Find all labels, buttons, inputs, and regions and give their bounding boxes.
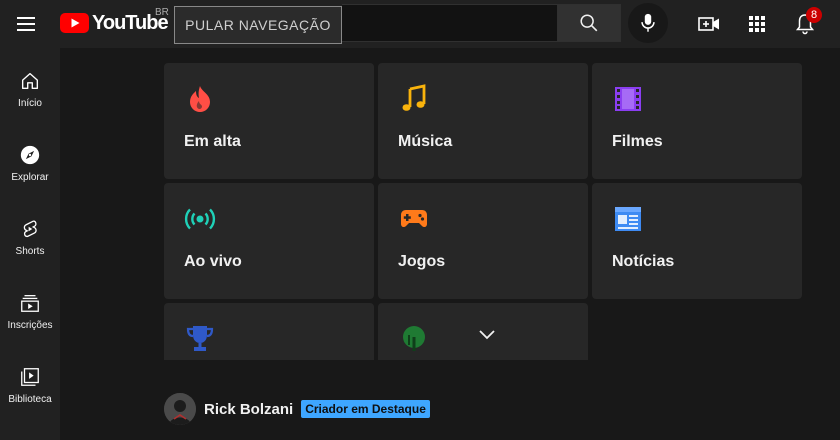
notification-count-badge: 8 — [806, 7, 822, 23]
menu-icon — [17, 17, 35, 19]
live-broadcast-icon — [184, 208, 216, 230]
category-label: Notícias — [612, 253, 675, 270]
creator-name[interactable]: Rick Bolzani — [204, 401, 293, 418]
logo-country-code: BR — [155, 7, 169, 18]
category-card-trending[interactable]: Em alta — [164, 63, 374, 179]
sidebar-item-home[interactable]: Início — [0, 58, 60, 122]
library-icon — [21, 368, 39, 386]
sidebar-item-label: Shorts — [15, 246, 45, 257]
gamepad-icon — [401, 210, 427, 228]
category-label: Ao vivo — [184, 253, 242, 270]
category-label: Filmes — [612, 133, 663, 150]
search-input[interactable] — [342, 4, 558, 42]
microphone-icon — [641, 13, 655, 32]
sidebar-item-label: Explorar — [11, 172, 49, 183]
compass-icon — [20, 145, 40, 165]
sidebar-item-subscriptions[interactable]: Inscrições — [0, 280, 60, 344]
search-button[interactable] — [557, 4, 621, 42]
category-card-news[interactable]: Notícias — [592, 183, 802, 299]
shorts-icon — [23, 220, 37, 238]
chevron-down-icon[interactable] — [475, 322, 499, 346]
category-label: Em alta — [184, 133, 241, 150]
music-note-icon — [402, 84, 426, 111]
sidebar-item-explore[interactable]: Explorar — [0, 132, 60, 196]
trending-flame-icon — [190, 86, 210, 112]
apps-grid-icon[interactable] — [745, 12, 769, 36]
menu-button[interactable] — [14, 12, 38, 36]
search-icon — [580, 14, 598, 32]
youtube-logo[interactable]: YouTube — [60, 11, 169, 35]
create-video-icon[interactable] — [697, 12, 721, 36]
news-icon — [615, 207, 641, 231]
voice-search-button[interactable] — [628, 3, 668, 43]
home-icon — [21, 72, 39, 90]
menu-icon-bar — [17, 23, 35, 25]
avatar[interactable] — [164, 393, 196, 425]
fashion-tree-icon — [403, 326, 425, 351]
sidebar-item-label: Início — [18, 98, 42, 109]
sidebar: Início Explorar Shorts Inscrições Biblio… — [0, 48, 60, 440]
sidebar-item-label: Biblioteca — [8, 394, 52, 405]
category-card-movies[interactable]: Filmes — [592, 63, 802, 179]
film-icon — [615, 87, 641, 111]
sidebar-item-shorts[interactable]: Shorts — [0, 206, 60, 270]
menu-icon-bar — [17, 29, 35, 31]
creator-avatar-icon — [164, 393, 196, 425]
featured-creator-badge: Criador em Destaque — [301, 400, 430, 418]
skip-navigation-button[interactable]: PULAR NAVEGAÇÃO — [174, 6, 342, 44]
featured-creator: Rick Bolzani Criador em Destaque — [164, 392, 430, 426]
subscriptions-icon — [21, 295, 39, 312]
trophy-icon — [186, 326, 214, 351]
sidebar-item-label: Inscrições — [7, 320, 53, 331]
category-card-live[interactable]: Ao vivo — [164, 183, 374, 299]
category-label: Jogos — [398, 253, 446, 270]
category-label: Música — [398, 133, 453, 150]
top-header: YouTube BR PULAR NAVEGAÇÃO 8 — [0, 0, 840, 48]
category-card-gaming[interactable]: Jogos — [378, 183, 588, 299]
sidebar-item-library[interactable]: Biblioteca — [0, 354, 60, 418]
category-card-music[interactable]: Música — [378, 63, 588, 179]
category-card-sports[interactable] — [164, 303, 374, 360]
youtube-play-logo-icon — [60, 13, 89, 33]
